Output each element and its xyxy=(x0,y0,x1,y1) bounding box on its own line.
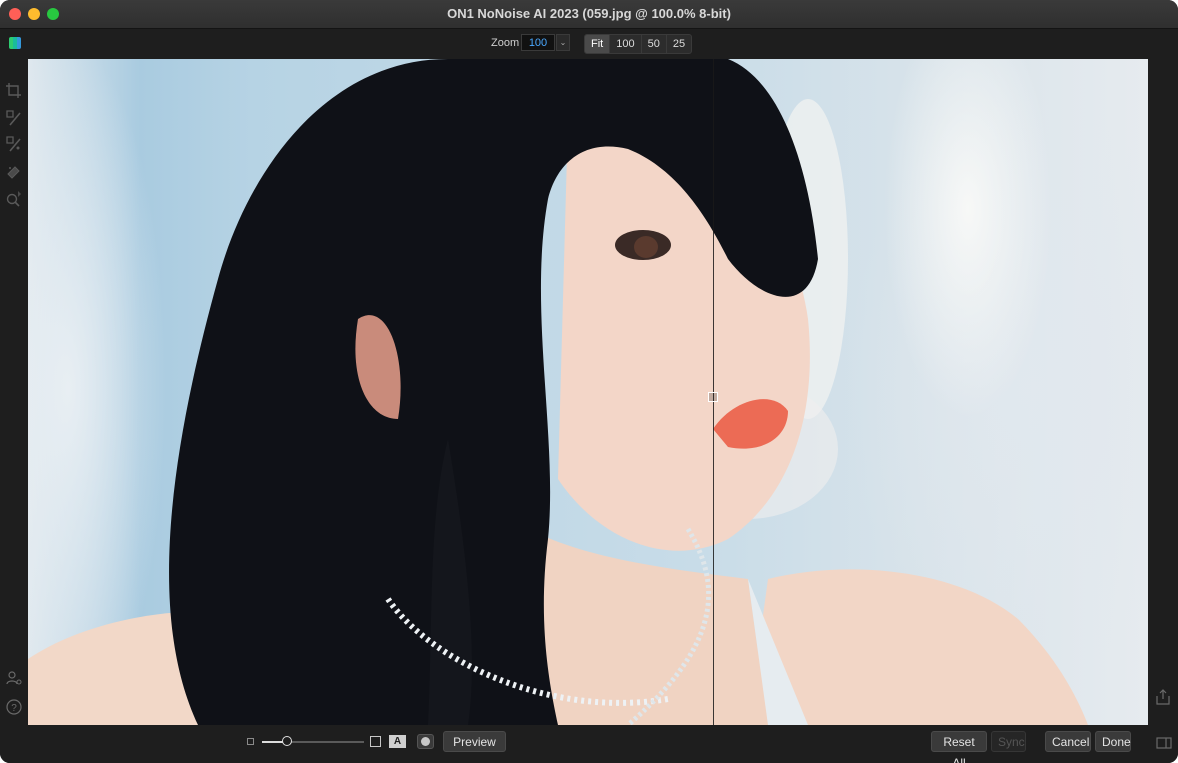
preview-size-slider[interactable] xyxy=(262,741,364,743)
zoom-presets: Fit 100 50 25 xyxy=(584,34,693,54)
portrait-photo xyxy=(28,59,1088,725)
zoom-dropdown-button[interactable]: ⌄ xyxy=(556,34,570,51)
zoom-label: Zoom xyxy=(491,37,520,49)
slider-fill xyxy=(262,741,284,743)
zoom-preset-25[interactable]: 25 xyxy=(667,35,691,53)
app-logo-icon xyxy=(9,37,21,49)
left-toolbar: ? xyxy=(0,58,28,725)
zoom-preset-fit[interactable]: Fit xyxy=(585,35,611,53)
chevron-down-icon: ⌄ xyxy=(559,38,567,47)
compare-split-handle[interactable] xyxy=(708,392,718,402)
reset-all-button[interactable]: Reset All xyxy=(931,731,987,763)
bottom-bar: A Preview Reset All Sync Cancel Done xyxy=(0,725,1178,763)
svg-text:?: ? xyxy=(11,703,17,714)
panel-toggle-icon[interactable] xyxy=(1155,734,1173,752)
export-icon[interactable] xyxy=(1154,688,1172,706)
right-toolbar xyxy=(1148,58,1178,725)
done-button[interactable]: Done xyxy=(1095,731,1131,752)
small-view-icon[interactable] xyxy=(247,738,254,745)
title-bar: ON1 NoNoise AI 2023 (059.jpg @ 100.0% 8-… xyxy=(0,0,1178,29)
cancel-button[interactable]: Cancel xyxy=(1045,731,1091,752)
zoom-preset-50[interactable]: 50 xyxy=(642,35,667,53)
user-account-icon[interactable] xyxy=(5,669,23,687)
mode-a-icon[interactable]: A xyxy=(389,735,406,748)
window-title: ON1 NoNoise AI 2023 (059.jpg @ 100.0% 8-… xyxy=(447,6,731,21)
zoom-preset-100[interactable]: 100 xyxy=(610,35,642,53)
zoom-tool-icon[interactable] xyxy=(5,189,23,207)
crop-icon[interactable] xyxy=(5,82,23,100)
preview-button[interactable]: Preview xyxy=(443,731,506,752)
zoom-input[interactable]: 100 xyxy=(521,34,555,51)
large-view-icon[interactable] xyxy=(370,736,381,747)
image-canvas[interactable] xyxy=(28,59,1148,725)
refine-brush-icon[interactable] xyxy=(5,135,23,153)
retouch-icon[interactable] xyxy=(5,162,23,180)
mask-mode-icon[interactable] xyxy=(417,734,434,749)
help-icon[interactable]: ? xyxy=(5,698,23,716)
app-window: ON1 NoNoise AI 2023 (059.jpg @ 100.0% 8-… xyxy=(0,0,1178,763)
brush-icon[interactable] xyxy=(5,109,23,127)
sync-button[interactable]: Sync xyxy=(991,731,1026,752)
slider-knob[interactable] xyxy=(282,736,292,746)
